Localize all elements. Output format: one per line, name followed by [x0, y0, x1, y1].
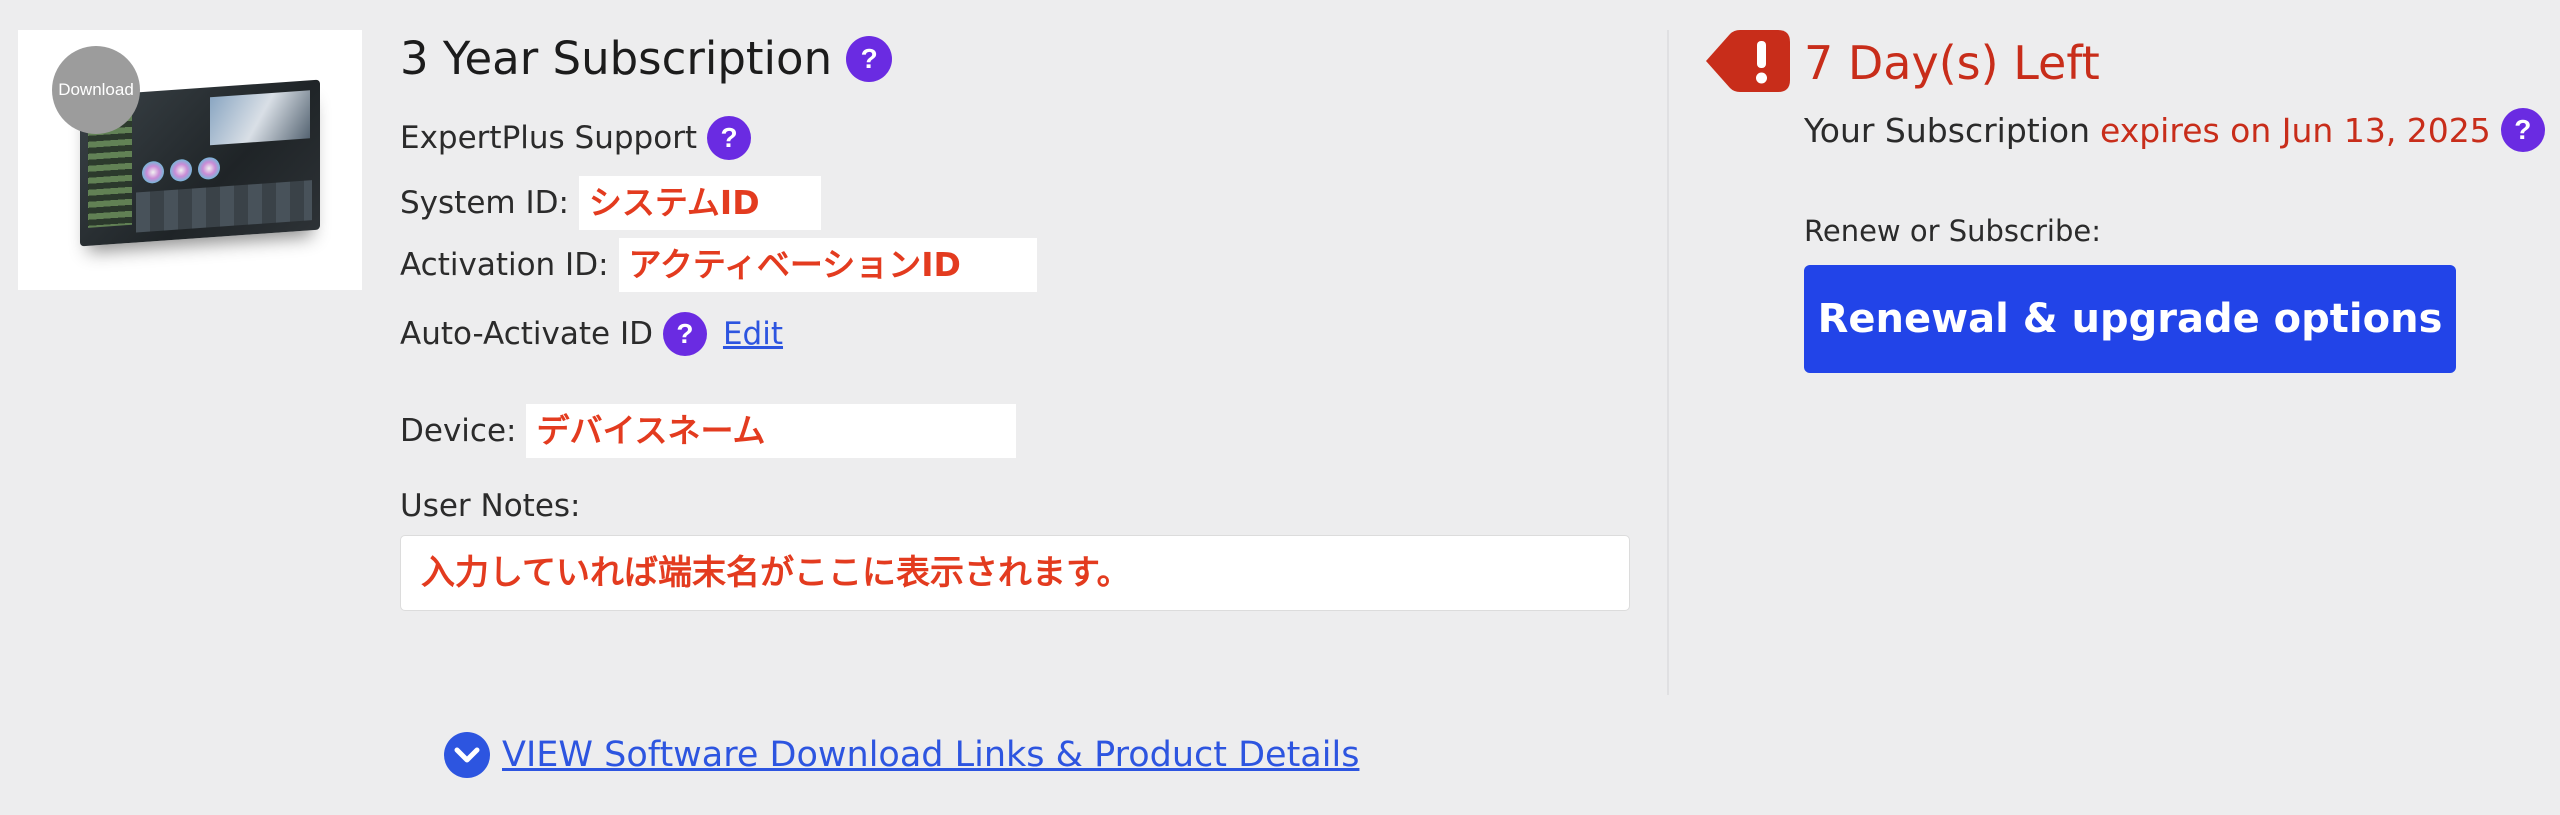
user-notes-field[interactable]: 入力していれば端末名がここに表示されます。: [400, 535, 1630, 611]
activation-id-value: アクティベーションID: [618, 238, 1037, 292]
system-id-label: System ID:: [400, 185, 569, 221]
user-notes-label: User Notes:: [400, 488, 581, 524]
auto-activate-label: Auto-Activate ID: [400, 316, 653, 352]
exclamation-tag-icon: [1706, 30, 1790, 92]
expiration-help-icon[interactable]: ?: [2500, 108, 2545, 152]
product-title: 3 Year Subscription: [400, 32, 833, 85]
auto-activate-edit-link[interactable]: Edit: [723, 316, 783, 352]
chevron-down-circle-icon[interactable]: [444, 732, 490, 778]
days-left-text: 7 Day(s) Left: [1804, 36, 2100, 90]
product-thumbnail[interactable]: Download: [18, 30, 362, 290]
support-help-icon[interactable]: ?: [707, 116, 752, 160]
product-title-row: 3 Year Subscription ?: [400, 32, 893, 85]
system-id-value: システムID: [578, 176, 821, 230]
title-help-icon[interactable]: ?: [846, 35, 893, 82]
device-value: デバイスネーム: [526, 404, 1017, 458]
view-links-row[interactable]: VIEW Software Download Links & Product D…: [444, 732, 1359, 778]
column-divider: [1667, 30, 1669, 695]
device-label: Device:: [400, 413, 517, 449]
expire-date: expires on Jun 13, 2025: [2099, 110, 2491, 150]
activation-id-row: Activation ID: アクティベーションID: [400, 238, 1037, 292]
expire-prefix: Your Subscription: [1804, 110, 2090, 150]
auto-activate-row: Auto-Activate ID ? Edit: [400, 312, 783, 356]
renew-label: Renew or Subscribe:: [1804, 214, 2101, 248]
download-badge[interactable]: Download: [52, 46, 140, 134]
view-download-links[interactable]: VIEW Software Download Links & Product D…: [502, 735, 1359, 775]
support-label: ExpertPlus Support: [400, 120, 698, 156]
auto-activate-help-icon[interactable]: ?: [662, 312, 707, 356]
activation-id-label: Activation ID:: [400, 247, 609, 283]
expiration-line: Your Subscription expires on Jun 13, 202…: [1804, 108, 2545, 152]
system-id-row: System ID: システムID: [400, 176, 821, 230]
renewal-upgrade-button[interactable]: Renewal & upgrade options: [1804, 265, 2456, 373]
support-row: ExpertPlus Support ?: [400, 116, 752, 160]
device-row: Device: デバイスネーム: [400, 404, 1017, 458]
